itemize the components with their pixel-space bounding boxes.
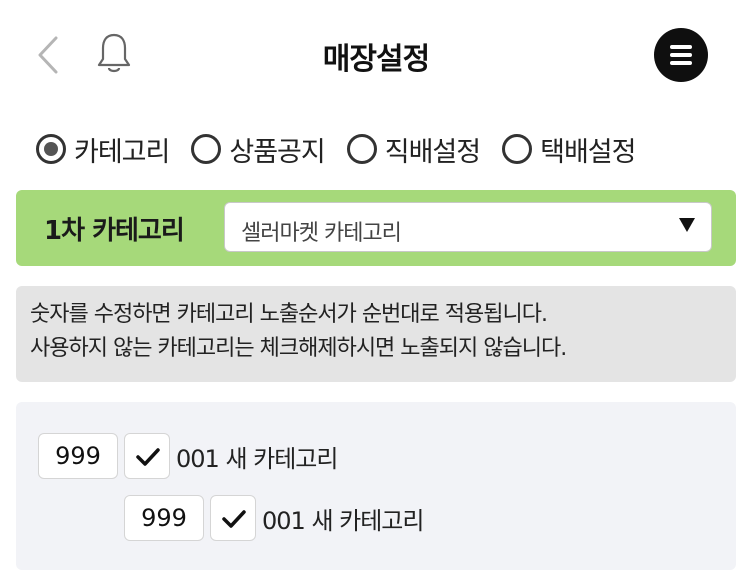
category-list: 001 새 카테고리 001 새 카테고리 [16,402,736,570]
notice-line: 숫자를 수정하면 카테고리 노출순서가 순번대로 적용됩니다. [30,302,548,327]
checkmark-icon [222,510,246,528]
visibility-checkbox[interactable] [210,495,256,541]
tab-label: 상품공지 [229,136,325,168]
notice-line: 사용하지 않는 카테고리는 체크해제하시면 노출되지 않습니다. [30,336,567,361]
category-name: 001 새 카테고리 [262,506,424,535]
page-title: 매장설정 [322,42,430,77]
radio-button[interactable] [346,134,377,164]
visibility-checkbox[interactable] [124,433,170,479]
tab-label: 택배설정 [540,136,636,168]
tab-category[interactable]: 카테고리 [36,130,170,169]
tab-product-notice[interactable]: 상품공지 [191,130,326,169]
category-level-label: 1차 카테고리 [44,216,185,246]
notice-box: 숫자를 수정하면 카테고리 노출순서가 순번대로 적용됩니다. 사용하지 않는 … [16,286,736,382]
header: 매장설정 [0,0,752,110]
radio-button[interactable] [502,134,533,164]
category-selector-bar: 1차 카테고리 셀러마켓 카테고리 [16,190,736,266]
list-item: 001 새 카테고리 [38,432,338,480]
tab-group: 카테고리 상품공지 직배설정 택배설정 [36,126,658,172]
radio-button[interactable] [191,134,222,164]
radio-button[interactable] [36,134,66,164]
category-dropdown[interactable]: 셀러마켓 카테고리 [224,202,712,252]
menu-button[interactable] [654,28,708,82]
category-name: 001 새 카테고리 [176,444,338,473]
tab-label: 직배설정 [384,136,481,168]
dropdown-arrow-icon [679,218,695,232]
list-item: 001 새 카테고리 [124,494,424,542]
tab-label: 카테고리 [74,136,170,168]
category-dropdown-value: 셀러마켓 카테고리 [241,221,402,246]
checkmark-icon [136,448,160,466]
tab-parcel-delivery[interactable]: 택배설정 [502,130,637,169]
order-input[interactable] [38,433,118,479]
order-input[interactable] [124,495,204,541]
tab-direct-delivery[interactable]: 직배설정 [346,130,481,169]
